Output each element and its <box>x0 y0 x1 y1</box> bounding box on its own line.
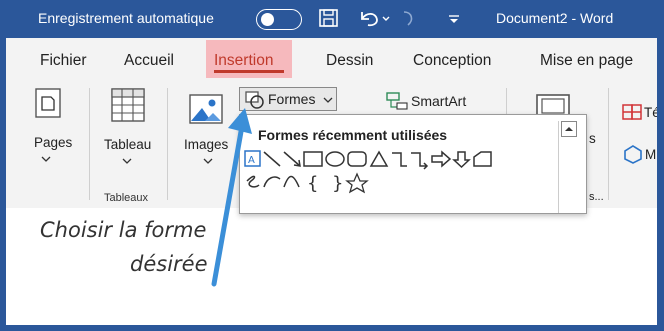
smartart-label[interactable]: SmartArt <box>411 93 466 109</box>
window-title: Document2 - Word <box>496 10 614 26</box>
cut-label: s <box>589 131 596 146</box>
table-icon[interactable] <box>111 88 145 122</box>
rectangle-shape-icon[interactable] <box>303 151 323 167</box>
scroll-up-button[interactable] <box>561 121 577 137</box>
chevron-down-icon <box>41 156 51 162</box>
flowchart-shape-icon[interactable] <box>473 151 492 167</box>
chevron-down-icon <box>122 158 132 164</box>
recent-shapes-gallery[interactable]: A { } <box>243 149 561 207</box>
formes-label: Formes <box>268 91 316 107</box>
arrow-line-shape-icon[interactable] <box>283 151 301 167</box>
addins-icon[interactable] <box>622 102 644 122</box>
annotation-line-2: désirée <box>130 252 208 276</box>
tab-mise-en-page[interactable]: Mise en page <box>540 52 633 70</box>
model-icon[interactable] <box>622 144 644 164</box>
elbow-arrow-connector-shape-icon[interactable] <box>411 152 429 170</box>
window-border-bottom <box>0 325 664 331</box>
right-brace-shape-icon[interactable]: } <box>332 173 343 194</box>
annotation-line-1: Choisir la forme <box>40 218 207 242</box>
separator <box>167 88 168 200</box>
tab-conception[interactable]: Conception <box>413 52 491 70</box>
down-arrow-shape-icon[interactable] <box>452 151 471 169</box>
ribbon-tabs: Fichier Accueil Insertion Dessin Concept… <box>0 38 664 84</box>
recent-shapes-header: Formes récemment utilisées <box>258 127 448 143</box>
triangle-shape-icon[interactable] <box>369 150 389 167</box>
undo-icon[interactable] <box>356 6 390 30</box>
star-shape-icon[interactable] <box>345 172 369 194</box>
separator <box>608 88 609 200</box>
curve-shape-icon[interactable] <box>283 175 300 188</box>
shapes-dropdown: Formes récemment utilisées A {} <box>239 114 587 214</box>
line-shape-icon[interactable] <box>263 151 281 167</box>
chevron-down-icon <box>323 97 333 103</box>
window-border-right <box>657 38 664 331</box>
tableau-label[interactable]: Tableau <box>104 137 151 152</box>
autosave-label: Enregistrement automatique <box>38 10 214 26</box>
active-tab-underline <box>214 70 284 73</box>
autosave-toggle[interactable] <box>256 9 302 30</box>
pointer-arrow-icon <box>211 108 252 287</box>
tab-fichier[interactable]: Fichier <box>40 52 87 70</box>
arc-shape-icon[interactable] <box>263 176 281 188</box>
window-border-left <box>0 38 6 331</box>
pages-label[interactable]: Pages <box>34 135 72 150</box>
right-arrow-shape-icon[interactable] <box>431 150 452 168</box>
dropdown-scrollbar[interactable] <box>558 121 578 213</box>
group-label-tableaux: Tableaux <box>104 192 149 204</box>
rounded-rectangle-shape-icon[interactable] <box>347 151 367 167</box>
cut-label-2: s... <box>589 191 604 203</box>
customize-toolbar-icon[interactable] <box>444 6 464 30</box>
tab-insertion[interactable]: Insertion <box>206 40 292 78</box>
smartart-icon[interactable] <box>386 92 408 110</box>
tab-insertion-label: Insertion <box>214 52 274 69</box>
redo-icon[interactable] <box>396 6 420 30</box>
oval-shape-icon[interactable] <box>325 151 345 167</box>
scroll-up-icon <box>565 127 573 131</box>
separator <box>89 88 90 200</box>
title-bar: Enregistrement automatique Document2 - W… <box>0 0 664 38</box>
toggle-knob <box>261 13 274 26</box>
elbow-connector-shape-icon[interactable] <box>392 152 407 167</box>
tab-accueil[interactable]: Accueil <box>124 52 174 70</box>
pages-icon[interactable] <box>35 88 61 118</box>
left-brace-shape-icon[interactable]: { <box>307 173 318 194</box>
save-icon[interactable] <box>317 6 341 30</box>
m-label[interactable]: M <box>645 147 656 162</box>
tab-dessin[interactable]: Dessin <box>326 52 373 70</box>
